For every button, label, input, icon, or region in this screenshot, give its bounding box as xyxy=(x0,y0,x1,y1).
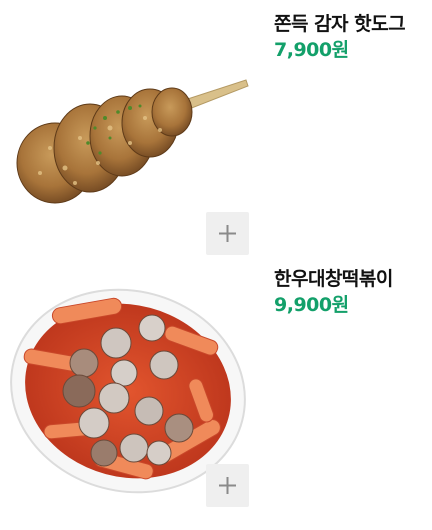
item-name[interactable]: 한우대창떡볶이 xyxy=(274,264,393,291)
potato-hotdog-image[interactable] xyxy=(10,68,255,218)
plus-icon xyxy=(219,477,236,494)
item-name[interactable]: 쫀득 감자 핫도그 xyxy=(274,9,406,36)
item-price: 9,900원 xyxy=(274,294,349,316)
plus-icon xyxy=(219,225,236,242)
add-to-cart-button[interactable] xyxy=(206,464,249,507)
item-price: 7,900원 xyxy=(274,39,349,61)
menu-item-card[interactable]: 한우대창떡볶이 9,900원 xyxy=(0,255,432,510)
add-to-cart-button[interactable] xyxy=(206,212,249,255)
menu-item-card[interactable]: 쫀득 감자 핫도그 7,900원 xyxy=(0,0,432,255)
